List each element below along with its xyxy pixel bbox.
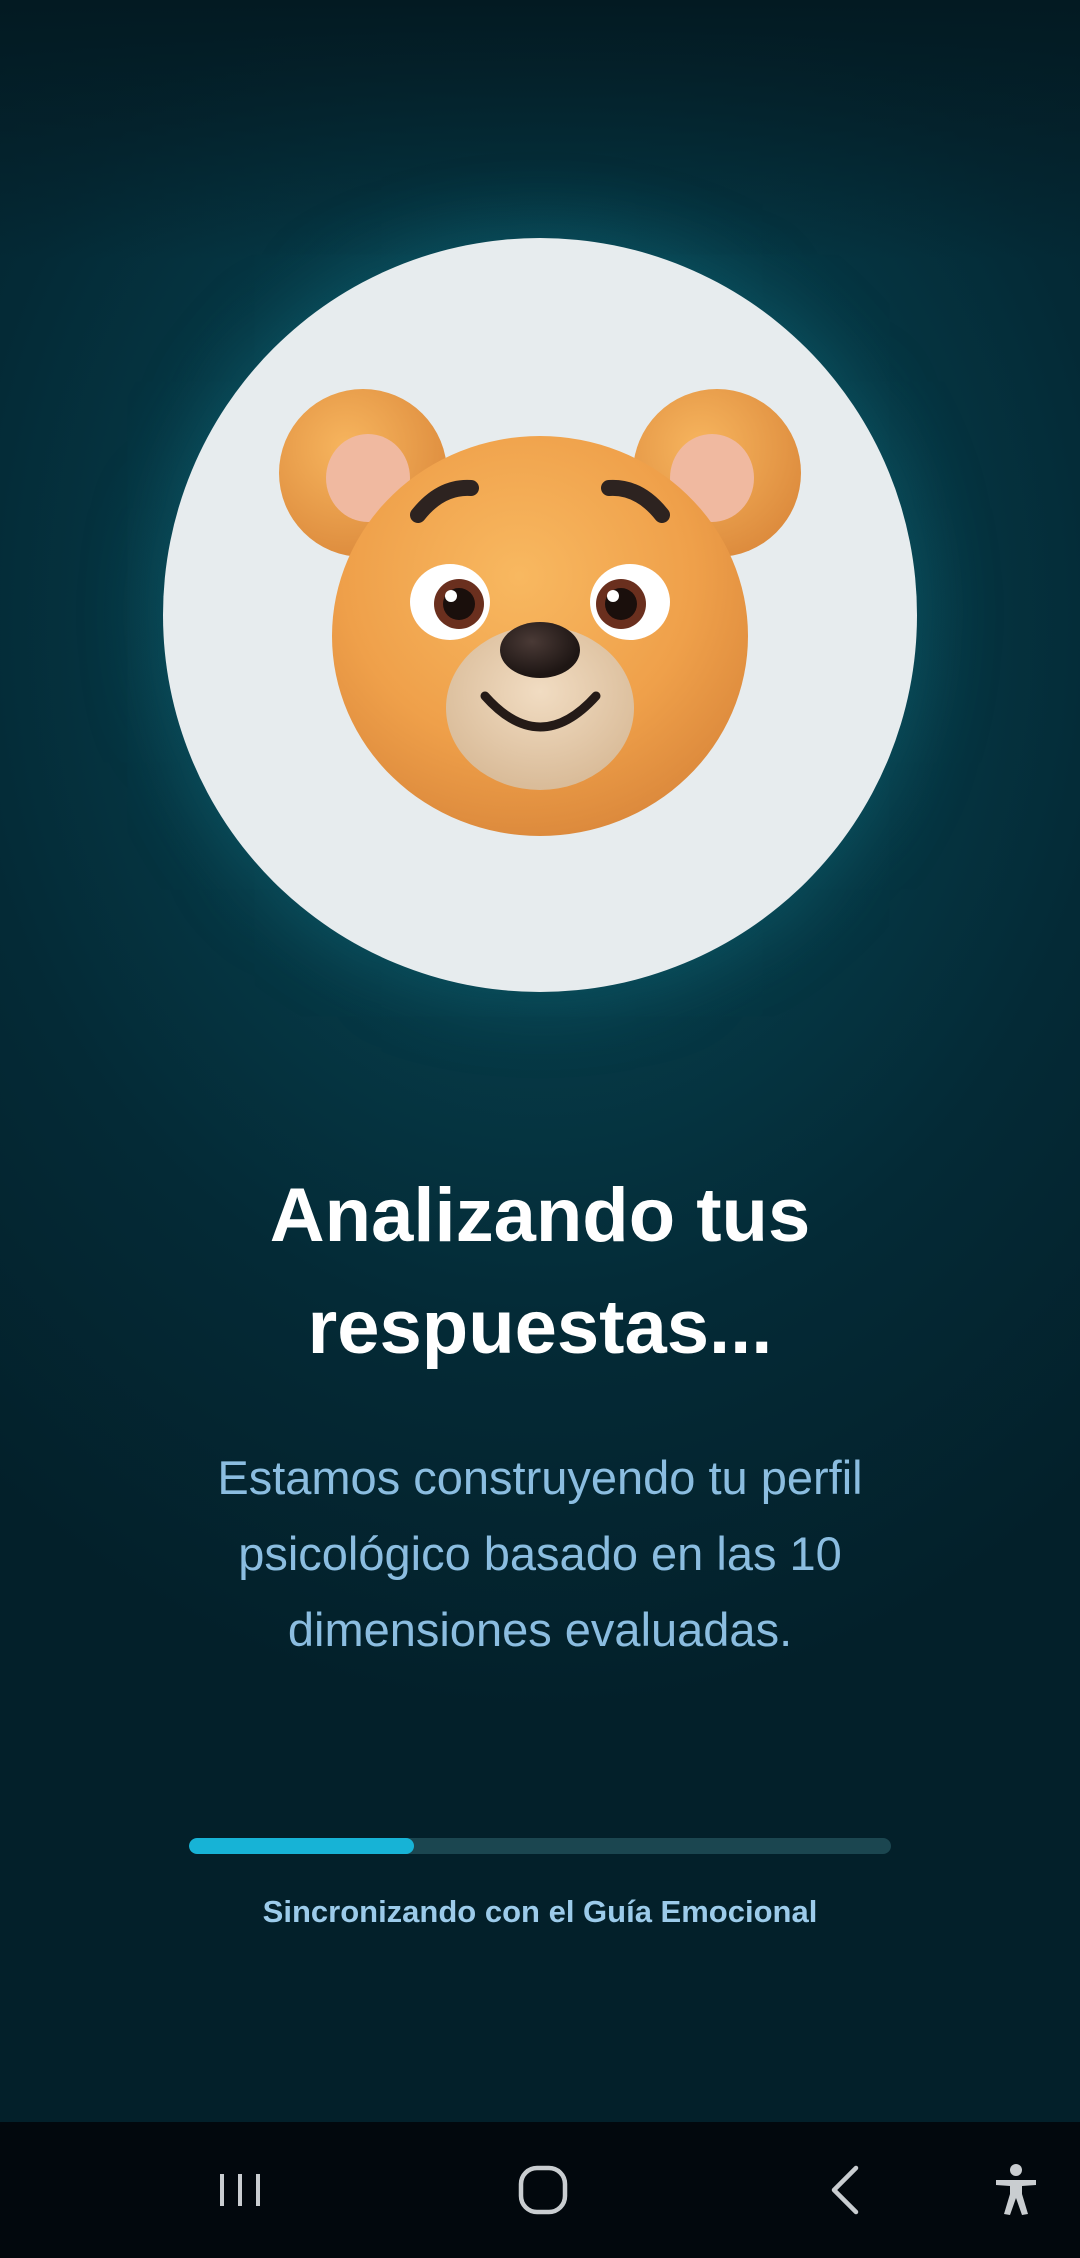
back-button[interactable] — [806, 2150, 886, 2230]
bear-nose — [500, 622, 580, 678]
progress-label: Sincronizando con el Guía Emocional — [262, 1894, 818, 1929]
recent-apps-button[interactable] — [200, 2150, 280, 2230]
accessibility-icon — [996, 2164, 1036, 2215]
bear-right-eye — [590, 564, 670, 640]
home-icon — [518, 2165, 568, 2215]
back-icon — [831, 2165, 859, 2215]
progress-fill — [189, 1838, 414, 1854]
bear-left-eye — [410, 564, 490, 640]
page-title: Analizando tus respuestas... — [269, 1173, 811, 1370]
recent-apps-icon — [220, 2174, 260, 2206]
progress-bar — [189, 1838, 891, 1854]
page-description: Estamos construyendo tu perfil psicológi… — [217, 1451, 863, 1656]
analysis-screen: Analizando tus respuestas... Estamos con… — [0, 0, 1080, 2258]
avatar-circle — [163, 238, 917, 992]
home-button[interactable] — [503, 2150, 583, 2230]
bear-face-icon — [279, 389, 801, 836]
accessibility-button[interactable] — [976, 2150, 1056, 2230]
system-nav-bar — [0, 2122, 1080, 2258]
